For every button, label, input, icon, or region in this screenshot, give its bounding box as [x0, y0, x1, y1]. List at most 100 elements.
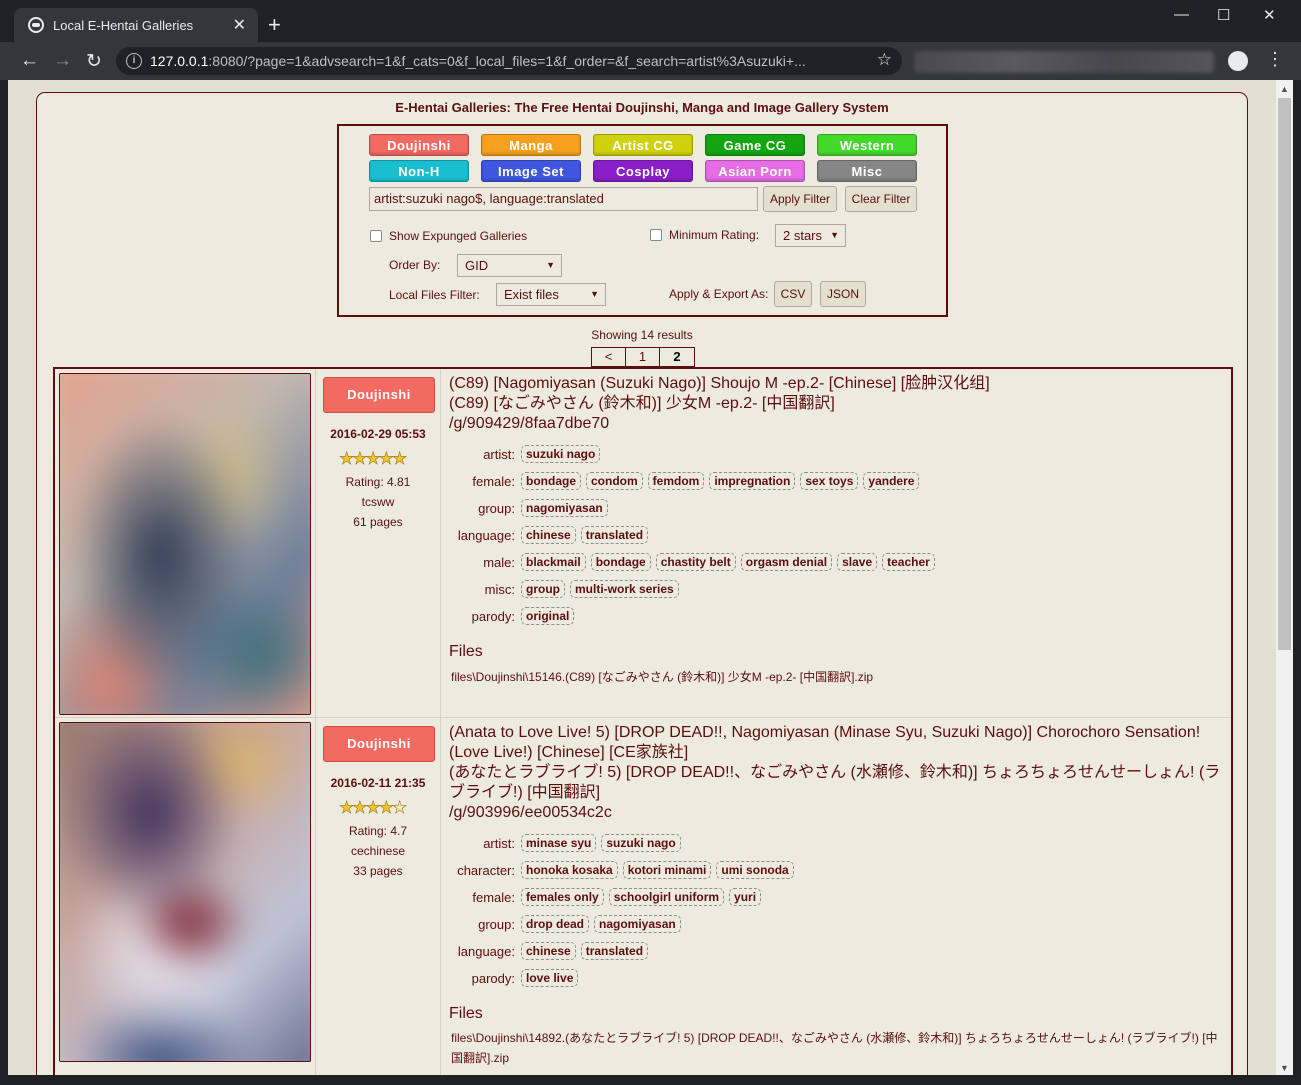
search-input[interactable]: artist:suzuki nago$, language:translated: [369, 187, 758, 211]
order-by-select[interactable]: GID ▼: [457, 254, 562, 277]
tag[interactable]: kotori minami: [622, 861, 712, 879]
maximize-icon[interactable]: ☐: [1217, 6, 1230, 24]
export-csv-button[interactable]: CSV: [774, 281, 812, 307]
vertical-scrollbar[interactable]: ▲ ▼: [1276, 80, 1293, 1075]
close-tab-icon[interactable]: ✕: [233, 15, 246, 35]
gallery-thumbnail[interactable]: [59, 722, 311, 1062]
gallery-thumbnail[interactable]: [59, 373, 311, 715]
min-rating-label: Minimum Rating:: [669, 228, 760, 242]
min-rating-select[interactable]: 2 stars ▼: [775, 224, 846, 247]
tab-title: Local E-Hentai Galleries: [53, 17, 194, 33]
tag[interactable]: nagomiyasan: [594, 915, 681, 933]
tag[interactable]: teacher: [882, 553, 935, 571]
tag[interactable]: impregnation: [709, 472, 796, 490]
gallery-title-en[interactable]: (Anata to Love Live! 5) [DROP DEAD!!, Na…: [449, 723, 1224, 763]
tag[interactable]: schoolgirl uniform: [608, 888, 725, 906]
file-path[interactable]: files\Doujinshi\14892.(あなたとラブライブ! 5) [DR…: [451, 1028, 1226, 1068]
page-count: 61 pages: [353, 515, 403, 529]
pager-prev[interactable]: <: [592, 348, 626, 366]
tag[interactable]: chinese: [521, 526, 576, 544]
category-image-set[interactable]: Image Set: [481, 160, 581, 182]
tag-list: nagomiyasan: [521, 499, 608, 517]
tag[interactable]: chastity belt: [655, 553, 736, 571]
tag[interactable]: umi sonoda: [716, 861, 794, 879]
tag[interactable]: suzuki nago: [521, 445, 601, 463]
category-asian-porn[interactable]: Asian Porn: [705, 160, 805, 182]
browser-tab[interactable]: Local E-Hentai Galleries ✕: [14, 8, 258, 42]
gallery-gid[interactable]: /g/903996/ee00534c2c: [449, 803, 612, 823]
clear-filter-button[interactable]: Clear Filter: [845, 186, 917, 212]
tag[interactable]: original: [521, 607, 575, 625]
window-close-icon[interactable]: ✕: [1263, 6, 1276, 24]
order-by-label: Order By:: [389, 258, 441, 272]
tag[interactable]: group: [521, 580, 565, 598]
minimize-icon[interactable]: —: [1174, 6, 1189, 23]
gallery-gid[interactable]: /g/909429/8faa7dbe70: [449, 414, 609, 434]
category-misc[interactable]: Misc: [817, 160, 917, 182]
scrollbar-thumb[interactable]: [1278, 98, 1291, 650]
category-badge[interactable]: Doujinshi: [323, 726, 435, 762]
category-western[interactable]: Western: [817, 134, 917, 156]
tag[interactable]: blackmail: [521, 553, 586, 571]
tag[interactable]: chinese: [521, 942, 576, 960]
gallery-title-en[interactable]: (C89) [Nagomiyasan (Suzuki Nago)] Shoujo…: [449, 374, 990, 394]
local-files-value: Exist files: [504, 287, 559, 302]
category-non-h[interactable]: Non-H: [369, 160, 469, 182]
forward-icon[interactable]: →: [53, 50, 72, 72]
bookmark-star-icon[interactable]: ☆: [877, 50, 892, 70]
tag[interactable]: yuri: [729, 888, 762, 906]
local-files-select[interactable]: Exist files ▼: [496, 283, 606, 306]
file-path[interactable]: files\Doujinshi\15146.(C89) [なごみやさん (鈴木和…: [451, 667, 1221, 687]
category-cosplay[interactable]: Cosplay: [593, 160, 693, 182]
gallery-title-jp[interactable]: (あなたとラブライブ! 5) [DROP DEAD!!、なごみやさん (水瀬修、…: [449, 763, 1224, 803]
category-manga[interactable]: Manga: [481, 134, 581, 156]
site-info-icon[interactable]: i: [126, 53, 142, 69]
tag[interactable]: multi-work series: [570, 580, 679, 598]
tag-list: love live: [521, 969, 579, 987]
back-icon[interactable]: ←: [20, 50, 39, 72]
tag[interactable]: condom: [586, 472, 643, 490]
export-json-button[interactable]: JSON: [820, 281, 866, 307]
rating-stars: ★★★★★: [339, 798, 408, 818]
tag[interactable]: drop dead: [521, 915, 590, 933]
posted-date: 2016-02-29 05:53: [330, 427, 426, 441]
tag[interactable]: femdom: [647, 472, 705, 490]
scroll-up-icon[interactable]: ▲: [1280, 84, 1289, 94]
category-artist-cg[interactable]: Artist CG: [593, 134, 693, 156]
category-badge[interactable]: Doujinshi: [323, 377, 435, 413]
new-tab-icon[interactable]: +: [268, 12, 281, 38]
tag[interactable]: bondage: [590, 553, 651, 571]
menu-kebab-icon[interactable]: ⋮: [1266, 49, 1284, 70]
tag[interactable]: females only: [521, 888, 604, 906]
tag[interactable]: slave: [837, 553, 878, 571]
tag[interactable]: bondage: [521, 472, 581, 490]
tag[interactable]: suzuki nago: [601, 834, 681, 852]
profile-avatar[interactable]: [1228, 51, 1248, 71]
apply-filter-button[interactable]: Apply Filter: [763, 186, 837, 212]
show-expunged-checkbox[interactable]: [370, 230, 382, 242]
category-doujinshi[interactable]: Doujinshi: [369, 134, 469, 156]
tag[interactable]: orgasm denial: [740, 553, 833, 571]
min-rating-checkbox[interactable]: [650, 229, 662, 241]
tag-namespace: misc:: [484, 582, 515, 597]
reload-icon[interactable]: ↻: [86, 50, 102, 73]
tag-namespace: group:: [478, 917, 515, 932]
tag[interactable]: nagomiyasan: [521, 499, 608, 517]
tag[interactable]: sex toys: [800, 472, 859, 490]
tag-list: group multi-work series: [521, 580, 679, 598]
tag[interactable]: translated: [580, 526, 649, 544]
tag-list: bondage condom femdom impregnation sex toys y…: [521, 472, 920, 490]
tag[interactable]: minase syu: [521, 834, 597, 852]
scroll-down-icon[interactable]: ▼: [1280, 1063, 1289, 1073]
tag[interactable]: translated: [580, 942, 649, 960]
tag-namespace: artist:: [483, 836, 515, 851]
gallery-title-jp[interactable]: (C89) [なごみやさん (鈴木和)] 少女M -ep.2- [中国翻訳]: [449, 394, 835, 414]
address-bar[interactable]: i 127.0.0.1:8080/?page=1&advsearch=1&f_c…: [116, 47, 902, 75]
tag[interactable]: honoka kosaka: [521, 861, 618, 879]
tag[interactable]: love live: [521, 969, 579, 987]
pager-page-1[interactable]: 1: [626, 348, 660, 366]
category-game-cg[interactable]: Game CG: [705, 134, 805, 156]
export-label: Apply & Export As:: [669, 287, 769, 301]
pager-page-2[interactable]: 2: [660, 348, 694, 366]
tag[interactable]: yandere: [863, 472, 920, 490]
